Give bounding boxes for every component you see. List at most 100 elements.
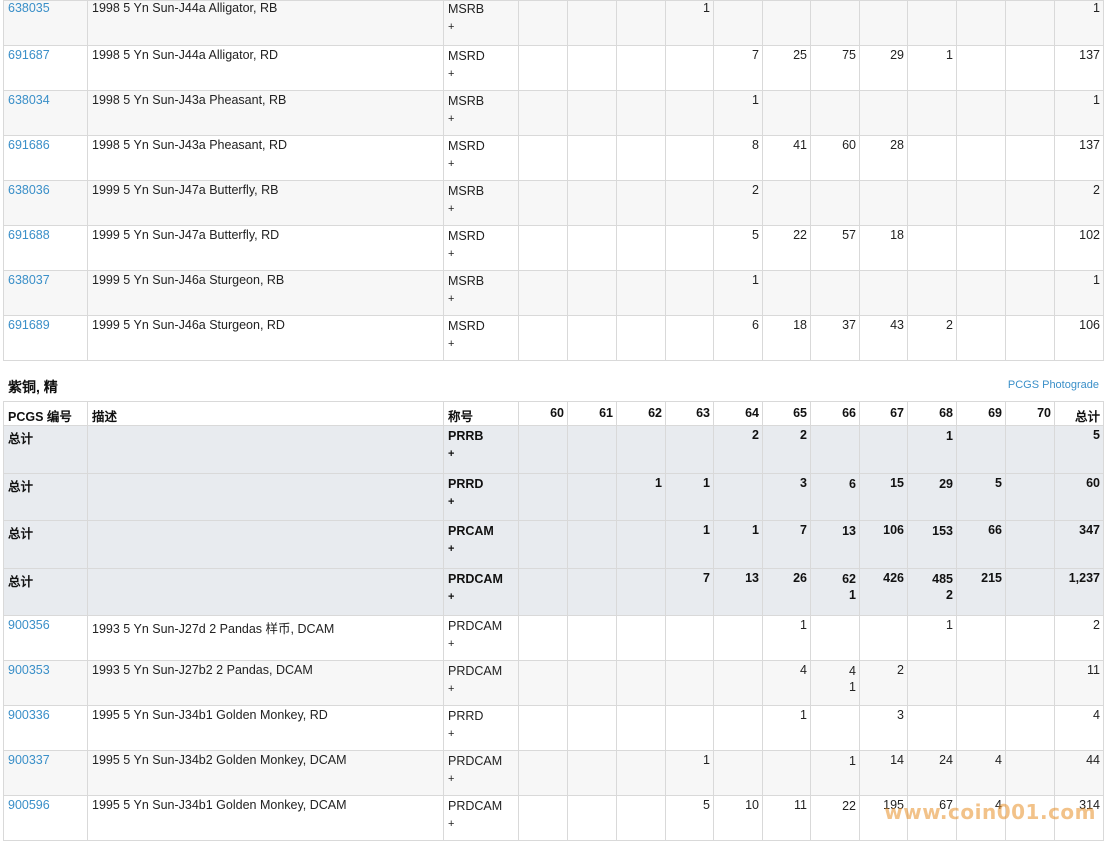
grade-62-cell (616, 90, 666, 136)
column-header-67[interactable]: 67 (859, 401, 908, 426)
pcgs-number-link[interactable]: 900336 (8, 708, 50, 722)
grade-66-cell (810, 270, 860, 316)
grade-65-cell (762, 180, 811, 226)
grade-64-cell: 10 (713, 795, 763, 841)
section-header: 紫铜, 精 PCGS Photograde (3, 361, 1103, 401)
grade-61-cell (567, 270, 617, 316)
total-cell: 44 (1054, 750, 1104, 796)
pcgs-number-link[interactable]: 900596 (8, 798, 50, 812)
grade-69-cell (956, 90, 1006, 136)
grade-67-cell (859, 90, 908, 136)
grade-68-cell (907, 135, 957, 181)
pcgs-number-link[interactable]: 900337 (8, 753, 50, 767)
total-cell: 1 (1054, 90, 1104, 136)
column-header-pcgs[interactable]: PCGS 编号 (3, 401, 88, 426)
column-header-60[interactable]: 60 (518, 401, 568, 426)
column-header-66[interactable]: 66 (810, 401, 860, 426)
table-row: 638034 1998 5 Yn Sun-J43a Pheasant, RB M… (3, 90, 1104, 136)
column-header-62[interactable]: 62 (616, 401, 666, 426)
pcgs-number-link[interactable]: 638037 (8, 273, 50, 287)
grade-70-cell (1005, 225, 1055, 271)
total-label: 总计 (3, 425, 88, 474)
coin-description: 1999 5 Yn Sun-J47a Butterfly, RD (87, 225, 444, 271)
grade-63-cell: 5 (665, 795, 714, 841)
column-header-description[interactable]: 描述 (87, 401, 444, 426)
grade-63-cell (665, 180, 714, 226)
pcgs-number-link[interactable]: 691687 (8, 48, 50, 62)
grade-63-cell: 1 (665, 0, 714, 46)
grade-62-cell: 1 (616, 472, 666, 521)
total-cell: 1 (1054, 270, 1104, 316)
grade-67-cell: 29 (859, 45, 908, 91)
pcgs-number-link[interactable]: 691686 (8, 138, 50, 152)
coin-description: 1998 5 Yn Sun-J44a Alligator, RD (87, 45, 444, 91)
grade-62-cell (616, 0, 666, 46)
grade-66-cell (810, 615, 860, 661)
grade-70-cell (1005, 45, 1055, 91)
grade-63-cell: 7 (665, 567, 714, 616)
pcgs-number-link[interactable]: 638034 (8, 93, 50, 107)
grade-70-cell (1005, 750, 1055, 796)
grade-70-cell (1005, 615, 1055, 661)
column-header-63[interactable]: 63 (665, 401, 714, 426)
grade-69-cell (956, 615, 1006, 661)
coin-description: 1995 5 Yn Sun-J34b1 Golden Monkey, RD (87, 705, 444, 751)
grade-63-cell (665, 90, 714, 136)
total-row: 总计 PRRD + 1 1 3 6 15 29 5 60 (3, 472, 1104, 521)
grade-61-cell (567, 750, 617, 796)
grade-62-cell (616, 520, 666, 569)
grade-65-cell: 1 (762, 615, 811, 661)
grade-66-cell: 57 (810, 225, 860, 271)
pcgs-photograde-link[interactable]: PCGS Photograde (1008, 379, 1099, 391)
total-cell: 1,237 (1054, 567, 1104, 616)
grade-61-cell (567, 135, 617, 181)
grade-63-cell: 1 (665, 472, 714, 521)
table-row: 900356 1993 5 Yn Sun-J27d 2 Pandas 样币, D… (3, 615, 1104, 661)
grade-70-cell (1005, 567, 1055, 616)
table-row: 691686 1998 5 Yn Sun-J43a Pheasant, RD M… (3, 135, 1104, 181)
grade-69-cell: 66 (956, 520, 1006, 569)
coin-description: 1995 5 Yn Sun-J34b2 Golden Monkey, DCAM (87, 750, 444, 796)
top-population-table: 638035 1998 5 Yn Sun-J44a Alligator, RB … (3, 0, 1104, 361)
column-header-64[interactable]: 64 (713, 401, 763, 426)
plus-marker: + (448, 68, 455, 80)
pcgs-number-link[interactable]: 900353 (8, 663, 50, 677)
grade-66-cell: 13 (810, 520, 860, 569)
pcgs-number-link[interactable]: 900356 (8, 618, 50, 632)
column-header-69[interactable]: 69 (956, 401, 1006, 426)
grade-66-cell (810, 0, 860, 46)
grade-67-cell (859, 425, 908, 474)
grade-65-cell: 7 (762, 520, 811, 569)
grade-60-cell (518, 567, 568, 616)
grade-60-cell (518, 795, 568, 841)
grade-60-cell (518, 750, 568, 796)
grade-65-cell: 25 (762, 45, 811, 91)
grade-68-cell: 1 (907, 45, 957, 91)
column-header-61[interactable]: 61 (567, 401, 617, 426)
grade-65-cell (762, 750, 811, 796)
grade-70-cell (1005, 472, 1055, 521)
pcgs-number-link[interactable]: 691689 (8, 318, 50, 332)
total-row: 总计 PRCAM + 1 1 7 13 106 153 66 347 (3, 520, 1104, 569)
grade-67-cell: 18 (859, 225, 908, 271)
grade-63-cell (665, 425, 714, 474)
grade-70-cell (1005, 425, 1055, 474)
pcgs-number-link[interactable]: 638036 (8, 183, 50, 197)
pcgs-number-link[interactable]: 638035 (8, 2, 50, 16)
column-header-designation[interactable]: 称号 (443, 401, 519, 426)
pcgs-number-link[interactable]: 691688 (8, 228, 50, 242)
grade-61-cell (567, 315, 617, 361)
grade-63-cell (665, 225, 714, 271)
grade-67-cell: 426 (859, 567, 908, 616)
grade-63-cell (665, 45, 714, 91)
column-header-70[interactable]: 70 (1005, 401, 1055, 426)
coin-description: 1998 5 Yn Sun-J44a Alligator, RB (87, 0, 444, 46)
column-header-65[interactable]: 65 (762, 401, 811, 426)
grade-62-cell (616, 135, 666, 181)
column-header-68[interactable]: 68 (907, 401, 957, 426)
grade-63-cell (665, 705, 714, 751)
grade-70-cell (1005, 135, 1055, 181)
plus-marker: + (448, 203, 455, 215)
column-header-total[interactable]: 总计 (1054, 401, 1104, 426)
grade-69-cell (956, 270, 1006, 316)
